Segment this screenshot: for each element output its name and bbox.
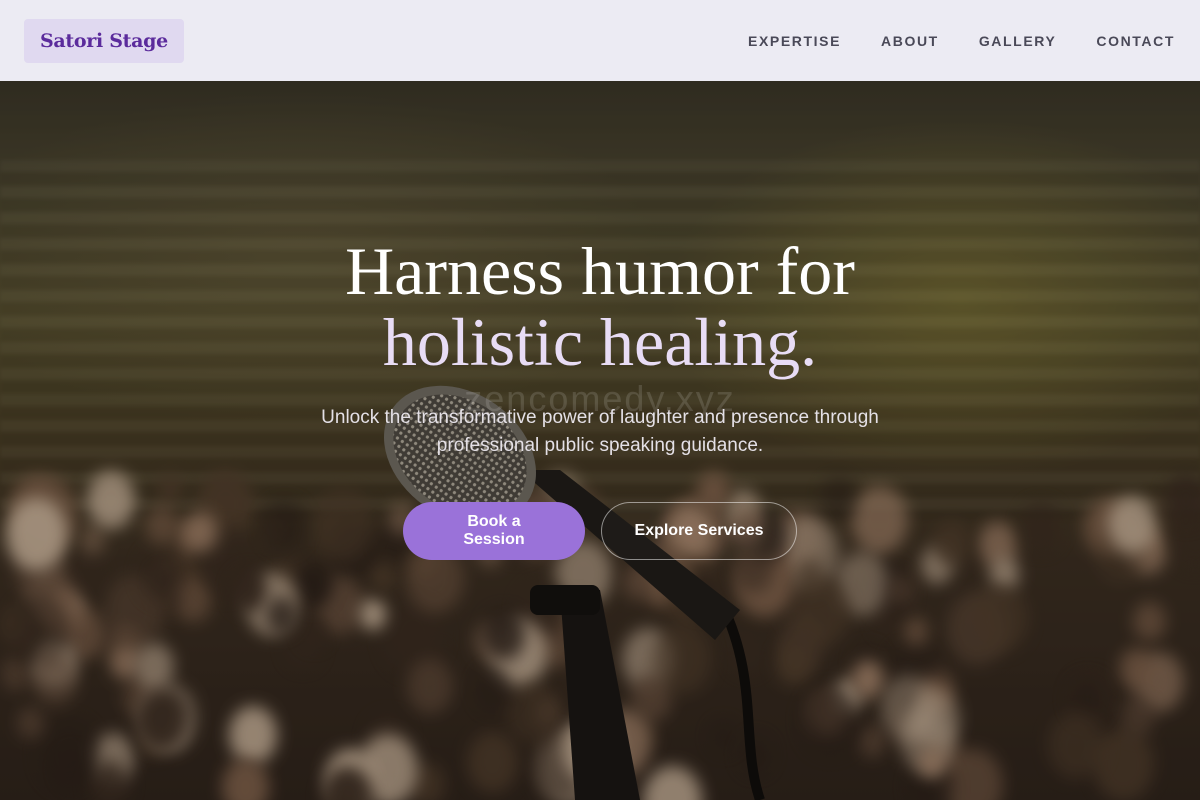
hero-headline-line2: holistic healing.: [382, 304, 818, 380]
book-session-button[interactable]: Book a Session: [403, 502, 585, 560]
nav-item-gallery[interactable]: GALLERY: [979, 33, 1057, 49]
brand-logo[interactable]: Satori Stage: [24, 18, 184, 63]
nav-item-about[interactable]: ABOUT: [881, 33, 939, 49]
hero-subtitle: Unlock the transformative power of laugh…: [321, 407, 879, 456]
nav-item-expertise[interactable]: EXPERTISE: [748, 33, 841, 49]
hero-buttons: Book a Session Explore Services: [403, 502, 797, 560]
mic-stand: [560, 590, 640, 800]
hero-headline: Harness humor for holistic healing.: [345, 236, 855, 378]
mic-cable: [715, 597, 765, 800]
hero-headline-line1: Harness humor for: [345, 233, 855, 309]
nav-menu: EXPERTISE ABOUT GALLERY CONTACT: [748, 33, 1175, 49]
hero-content: Harness humor for holistic healing. Unlo…: [0, 236, 1200, 560]
mic-clip: [530, 585, 600, 615]
top-navigation: Satori Stage EXPERTISE ABOUT GALLERY CON…: [0, 0, 1200, 81]
explore-services-button[interactable]: Explore Services: [601, 502, 797, 560]
nav-item-contact[interactable]: CONTACT: [1096, 33, 1175, 49]
